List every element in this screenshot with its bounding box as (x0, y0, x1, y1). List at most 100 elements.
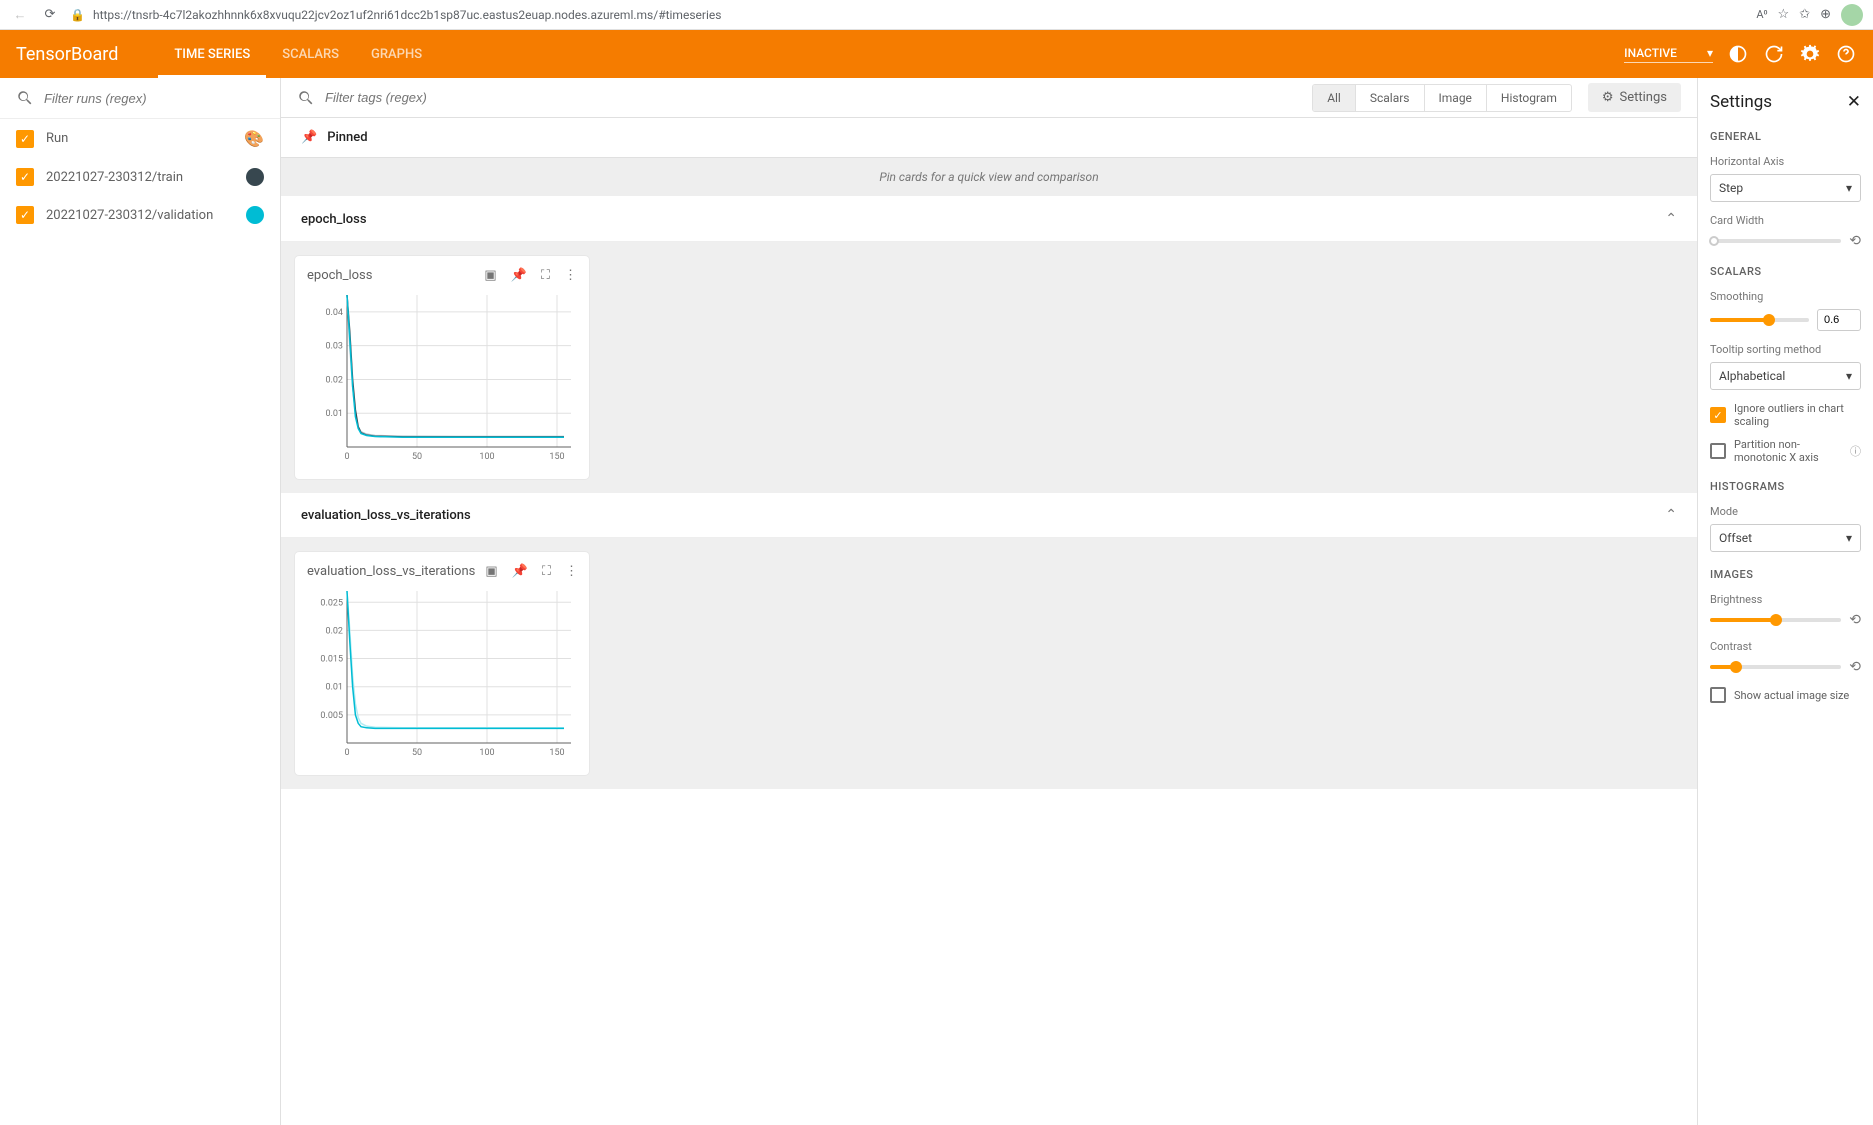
profile-avatar[interactable] (1841, 4, 1863, 26)
url-text: https://tnsrb-4c7l2akozhhnnk6x8xvuqu22jc… (93, 8, 721, 22)
run-item-validation[interactable]: ✓ 20221027-230312/validation (0, 196, 280, 234)
smoothing-input[interactable] (1817, 309, 1861, 331)
fit-icon[interactable]: ▣ (485, 564, 497, 579)
color-swatch[interactable] (246, 206, 264, 224)
chart-epoch-loss[interactable]: 0.010.020.030.04050100150 (307, 291, 577, 467)
tab-scalars[interactable]: SCALARS (266, 30, 355, 78)
group-header-epoch-loss[interactable]: epoch_loss ⌃ (281, 197, 1697, 242)
runs-filter-input[interactable] (44, 91, 264, 106)
chip-all[interactable]: All (1313, 85, 1356, 111)
chart-card-eval-loss: evaluation_loss_vs_iterations ▣ 📌 ⛶ ⋮ 0.… (295, 552, 589, 775)
checkbox-checked-icon: ✓ (1710, 407, 1726, 423)
svg-text:100: 100 (479, 748, 494, 758)
svg-text:150: 150 (549, 452, 564, 462)
horizontal-axis-select[interactable]: Step ▾ (1710, 174, 1861, 202)
checkbox-checked-icon: ✓ (16, 206, 34, 224)
partition-x-checkbox[interactable]: Partition non-monotonic X axis ⓘ (1710, 438, 1861, 464)
tooltip-sort-select[interactable]: Alphabetical ▾ (1710, 362, 1861, 390)
section-histograms: HISTOGRAMS (1710, 480, 1861, 493)
reset-icon[interactable]: ⟲ (1849, 233, 1861, 249)
pin-icon[interactable]: 📌 (511, 268, 527, 283)
contrast-label: Contrast (1710, 640, 1861, 653)
main-content: All Scalars Image Histogram ⚙ Settings 📌… (281, 78, 1697, 1125)
browser-toolbar: ← ⟳ 🔒 https://tnsrb-4c7l2akozhhnnk6x8xvu… (0, 0, 1873, 30)
reset-icon[interactable]: ⟲ (1849, 612, 1861, 628)
fullscreen-icon[interactable]: ⛶ (542, 564, 551, 579)
tab-time-series[interactable]: TIME SERIES (158, 30, 266, 78)
mode-label: Mode (1710, 505, 1861, 518)
settings-toggle-button[interactable]: ⚙ Settings (1588, 83, 1681, 112)
collections-icon[interactable]: ⊕ (1820, 7, 1831, 22)
chart-eval-loss[interactable]: 0.0050.010.0150.020.025050100150 (307, 587, 577, 763)
theme-icon[interactable] (1727, 43, 1749, 65)
card-title: evaluation_loss_vs_iterations (307, 564, 475, 579)
favorite-icon[interactable]: ☆ (1778, 7, 1790, 22)
settings-panel: Settings ✕ GENERAL Horizontal Axis Step … (1697, 78, 1873, 1125)
svg-text:0.01: 0.01 (325, 683, 343, 693)
group-title: evaluation_loss_vs_iterations (301, 508, 471, 523)
mode-select[interactable]: Offset ▾ (1710, 524, 1861, 552)
read-aloud-icon[interactable]: A⁰ (1756, 8, 1767, 21)
show-actual-size-checkbox[interactable]: Show actual image size (1710, 687, 1861, 703)
refresh-icon[interactable]: ⟳ (40, 5, 60, 25)
more-icon[interactable]: ⋮ (564, 268, 577, 283)
ignore-outliers-checkbox[interactable]: ✓ Ignore outliers in chart scaling (1710, 402, 1861, 428)
help-icon[interactable] (1835, 43, 1857, 65)
run-item-train[interactable]: ✓ 20221027-230312/train (0, 158, 280, 196)
chip-histogram[interactable]: Histogram (1487, 85, 1571, 111)
group-header-eval-loss[interactable]: evaluation_loss_vs_iterations ⌃ (281, 493, 1697, 538)
reload-status[interactable]: INACTIVE ▾ (1624, 46, 1713, 63)
pinned-label: Pinned (327, 130, 367, 145)
contrast-slider[interactable] (1710, 665, 1841, 669)
section-images: IMAGES (1710, 568, 1861, 581)
refresh-data-icon[interactable] (1763, 43, 1785, 65)
search-icon (297, 89, 315, 107)
svg-text:0.02: 0.02 (325, 375, 343, 385)
smoothing-label: Smoothing (1710, 290, 1861, 303)
favorites-bar-icon[interactable]: ✩ (1799, 7, 1810, 22)
search-icon (16, 89, 34, 107)
pinned-header: 📌 Pinned (281, 118, 1697, 157)
color-swatch[interactable] (246, 168, 264, 186)
svg-text:0.01: 0.01 (325, 409, 343, 419)
horizontal-axis-label: Horizontal Axis (1710, 155, 1861, 168)
group-title: epoch_loss (301, 212, 367, 227)
brightness-label: Brightness (1710, 593, 1861, 606)
settings-gear-icon[interactable] (1799, 43, 1821, 65)
run-label: 20221027-230312/validation (46, 208, 234, 223)
view-chips: All Scalars Image Histogram (1312, 84, 1572, 112)
tag-filter-input[interactable] (325, 90, 1312, 105)
brand-title: TensorBoard (16, 44, 118, 65)
more-icon[interactable]: ⋮ (565, 564, 578, 579)
chip-image[interactable]: Image (1425, 85, 1487, 111)
card-width-label: Card Width (1710, 214, 1861, 227)
close-icon[interactable]: ✕ (1847, 92, 1861, 112)
smoothing-slider[interactable] (1710, 318, 1809, 322)
chevron-down-icon: ▾ (1846, 531, 1852, 545)
settings-title: Settings (1710, 92, 1772, 112)
run-all-toggle[interactable]: ✓ Run 🎨 (0, 119, 280, 158)
pin-icon[interactable]: 📌 (512, 564, 528, 579)
pin-icon: 📌 (301, 130, 317, 145)
tooltip-sort-label: Tooltip sorting method (1710, 343, 1861, 356)
svg-text:0.04: 0.04 (325, 308, 343, 318)
svg-text:0.03: 0.03 (325, 342, 343, 352)
svg-text:0: 0 (344, 452, 349, 462)
chip-scalars[interactable]: Scalars (1356, 85, 1425, 111)
palette-icon[interactable]: 🎨 (244, 129, 264, 148)
svg-text:150: 150 (549, 748, 564, 758)
tab-graphs[interactable]: GRAPHS (355, 30, 438, 78)
address-bar[interactable]: 🔒 https://tnsrb-4c7l2akozhhnnk6x8xvuqu22… (70, 8, 1746, 22)
checkbox-icon (1710, 687, 1726, 703)
svg-text:50: 50 (412, 748, 422, 758)
help-icon[interactable]: ⓘ (1850, 443, 1861, 459)
card-width-slider[interactable] (1710, 239, 1841, 243)
fullscreen-icon[interactable]: ⛶ (541, 268, 550, 283)
brightness-slider[interactable] (1710, 618, 1841, 622)
svg-text:0.025: 0.025 (320, 598, 343, 608)
chart-card-epoch-loss: epoch_loss ▣ 📌 ⛶ ⋮ 0.010.020.030.0405010… (295, 256, 589, 479)
status-label: INACTIVE (1624, 46, 1677, 60)
fit-icon[interactable]: ▣ (484, 268, 496, 283)
reset-icon[interactable]: ⟲ (1849, 659, 1861, 675)
back-icon[interactable]: ← (10, 5, 30, 25)
